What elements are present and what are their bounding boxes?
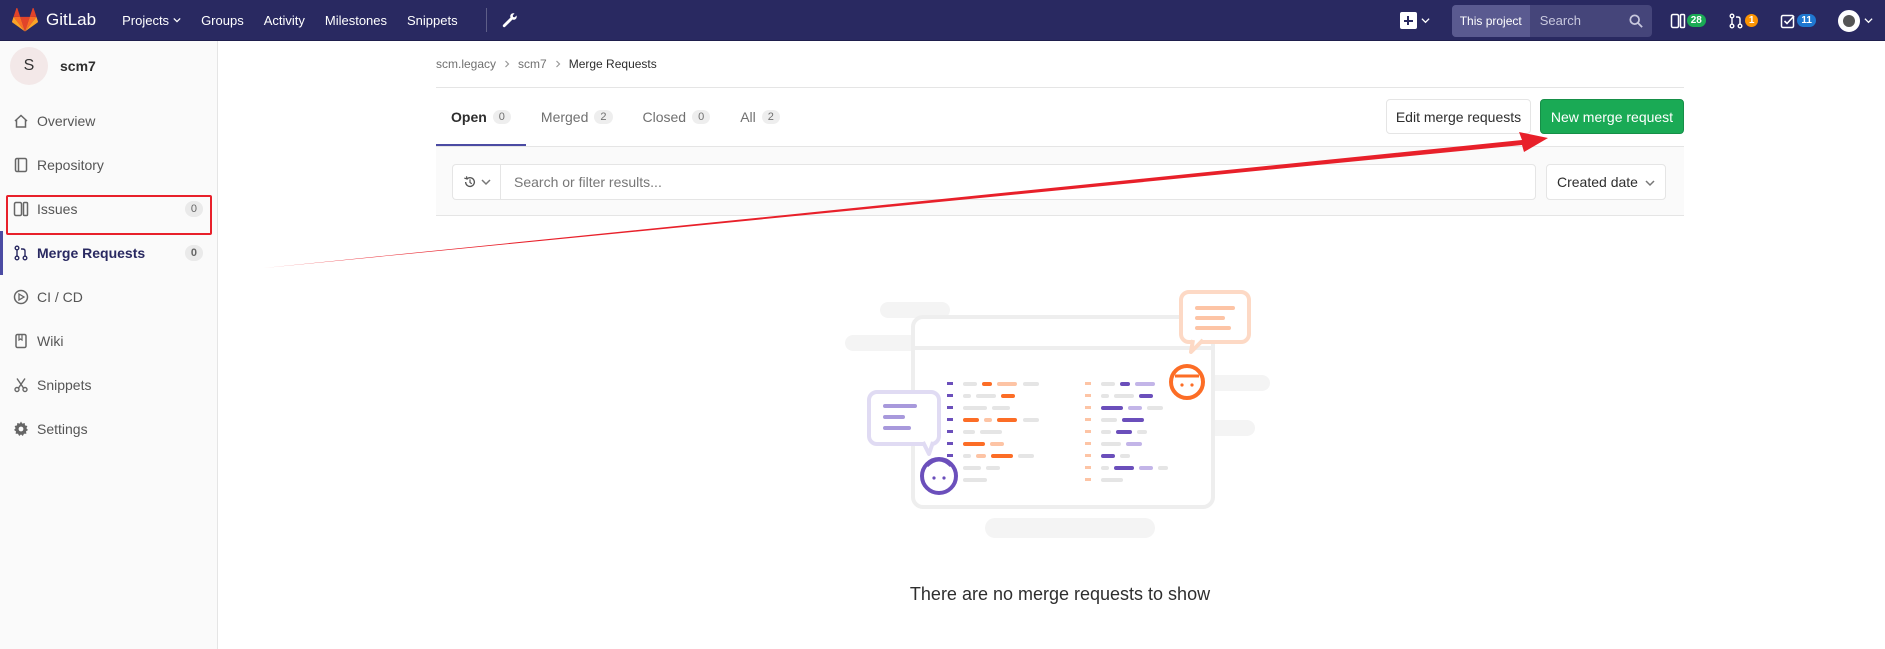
sidebar-item-label: Overview <box>37 113 96 129</box>
chevron-right-icon <box>555 60 561 68</box>
sidebar-item-ci-cd[interactable]: CI / CD <box>0 275 217 319</box>
project-sidebar: S scm7 Overview Repository Issues 0 Merg… <box>0 41 218 649</box>
sidebar-item-snippets[interactable]: Snippets <box>0 363 217 407</box>
issues-icon <box>13 201 29 217</box>
issues-count-badge: 11 <box>1797 14 1816 27</box>
nav-activity[interactable]: Activity <box>264 13 305 28</box>
project-avatar: S <box>10 47 48 85</box>
empty-state-message: There are no merge requests to show <box>909 584 1211 604</box>
tab-count-badge: 2 <box>594 110 613 124</box>
chevron-down-icon <box>173 17 181 23</box>
tab-merged[interactable]: Merged 2 <box>526 88 628 146</box>
merge-request-state-tabs: Open 0 Merged 2 Closed 0 All 2 <box>436 88 795 146</box>
new-dropdown-button[interactable] <box>1399 12 1430 29</box>
recent-searches-button[interactable] <box>452 164 500 200</box>
brand-name: GitLab <box>46 10 97 29</box>
search-icon <box>1629 13 1643 28</box>
filter-bar: Search or filter results... Created date <box>436 146 1684 216</box>
project-name: scm7 <box>60 58 96 74</box>
sort-dropdown-label: Created date <box>1557 174 1638 190</box>
nav-snippets[interactable]: Snippets <box>407 13 458 28</box>
plus-square-icon <box>1399 12 1417 29</box>
check-square-icon <box>1781 14 1796 28</box>
gitlab-logo-icon <box>12 8 38 32</box>
wrench-icon[interactable] <box>501 12 517 28</box>
issues-count-badge: 0 <box>184 201 203 217</box>
top-navbar: GitLab Projects Groups Activity Mileston… <box>0 0 1885 41</box>
breadcrumb-current[interactable]: Merge Requests <box>569 57 657 71</box>
empty-merge-requests-illustration <box>845 290 1270 538</box>
tab-label: Closed <box>642 109 687 125</box>
home-icon <box>14 114 28 128</box>
gear-icon <box>14 421 28 436</box>
book-icon <box>14 157 28 173</box>
tab-count-badge: 2 <box>761 110 780 124</box>
tab-label: Open <box>451 109 487 125</box>
tab-label: All <box>740 109 756 125</box>
edit-merge-requests-button[interactable]: Edit merge requests <box>1386 99 1531 134</box>
tab-count-badge: 0 <box>492 110 511 124</box>
sidebar-item-merge-requests[interactable]: Merge Requests 0 <box>0 231 217 275</box>
chevron-down-icon <box>1645 180 1655 187</box>
sidebar-project-header[interactable]: S scm7 <box>0 41 217 91</box>
tab-closed[interactable]: Closed 0 <box>628 88 726 146</box>
chevron-down-icon <box>1421 18 1430 24</box>
sidebar-item-label: Issues <box>37 201 78 217</box>
gitlab-home-link[interactable]: GitLab <box>12 8 96 32</box>
user-avatar[interactable] <box>1838 9 1860 32</box>
sidebar-item-label: Wiki <box>37 333 64 349</box>
sidebar-item-issues[interactable]: Issues 0 <box>0 187 217 231</box>
chevron-down-icon[interactable] <box>1864 16 1873 25</box>
chevron-right-icon <box>505 60 510 68</box>
sidebar-item-settings[interactable]: Settings <box>0 407 217 451</box>
history-icon <box>463 176 475 188</box>
wiki-book-icon <box>15 333 27 349</box>
top-nav-links: Projects Groups Activity Milestones Snip… <box>122 13 478 28</box>
issues-counter[interactable]: 11 <box>1780 13 1816 29</box>
merge-request-icon <box>14 245 28 261</box>
breadcrumb-project[interactable]: scm7 <box>518 57 547 71</box>
tab-open[interactable]: Open 0 <box>436 88 526 146</box>
sidebar-item-label: Settings <box>37 421 88 437</box>
todos-count-badge: 28 <box>1686 14 1706 27</box>
todo-list-icon <box>1670 13 1685 28</box>
sort-dropdown[interactable]: Created date <box>1546 164 1666 200</box>
sidebar-item-overview[interactable]: Overview <box>0 99 217 143</box>
todos-counter[interactable]: 28 <box>1670 13 1706 29</box>
sidebar-item-wiki[interactable]: Wiki <box>0 319 217 363</box>
merge-requests-count-badge: 0 <box>184 245 203 261</box>
nav-milestones[interactable]: Milestones <box>325 13 387 28</box>
sidebar-item-repository[interactable]: Repository <box>0 143 217 187</box>
new-merge-request-button[interactable]: New merge request <box>1540 99 1684 134</box>
sidebar-item-label: Merge Requests <box>37 245 146 261</box>
merge-request-icon <box>1729 13 1743 28</box>
rocket-icon <box>13 289 29 305</box>
search-scope-badge[interactable]: This project <box>1451 4 1530 37</box>
nav-divider <box>485 8 487 32</box>
tab-count-badge: 0 <box>692 110 711 124</box>
chevron-down-icon <box>480 179 491 186</box>
merge-requests-counter[interactable]: 1 <box>1728 13 1759 29</box>
breadcrumb-group[interactable]: scm.legacy <box>436 57 496 71</box>
filter-search-input[interactable]: Search or filter results... <box>500 164 1536 200</box>
search-input[interactable]: Search <box>1530 5 1652 37</box>
filter-placeholder: Search or filter results... <box>514 174 662 190</box>
nav-groups[interactable]: Groups <box>201 13 244 28</box>
sidebar-item-label: Snippets <box>37 377 92 393</box>
search-placeholder: Search <box>1539 13 1581 28</box>
tab-all[interactable]: All 2 <box>725 88 795 146</box>
sidebar-item-label: Repository <box>37 157 104 173</box>
global-search[interactable]: This project Search <box>1451 4 1652 37</box>
nav-projects-label: Projects <box>122 12 170 28</box>
navbar-right: This project Search 28 1 11 <box>1399 0 1885 41</box>
merge-requests-count-badge: 1 <box>1744 14 1759 27</box>
breadcrumb: scm.legacy scm7 Merge Requests <box>436 57 657 71</box>
scissors-icon <box>14 378 28 393</box>
sidebar-item-label: CI / CD <box>37 289 83 305</box>
sidebar-menu: Overview Repository Issues 0 Merge Reque… <box>0 99 217 451</box>
tab-label: Merged <box>540 109 589 125</box>
nav-projects[interactable]: Projects <box>122 13 181 28</box>
